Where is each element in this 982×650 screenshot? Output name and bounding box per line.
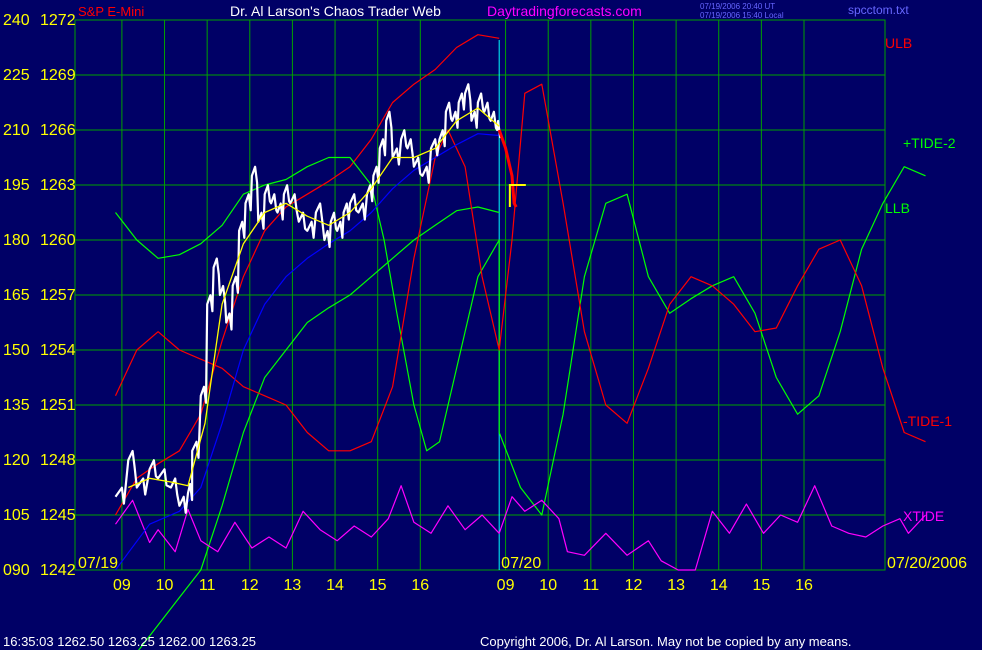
chart-symbol: S&P E-Mini <box>78 4 144 19</box>
timestamp-local: 07/19/2006 15:40 Local <box>700 11 784 20</box>
x-tick-label: 09 <box>113 577 131 594</box>
y-tick-price: 1251 <box>40 397 76 414</box>
timestamp-ut: 07/19/2006 20:40 UT <box>700 2 775 11</box>
y-tick-price: 1242 <box>40 562 76 579</box>
y-tick-price: 1269 <box>40 67 76 84</box>
x-tick-label: 09 <box>497 577 515 594</box>
y-tick-left: 165 <box>3 287 30 304</box>
date-label-mid: 07/20 <box>501 555 541 572</box>
x-tick-label: 10 <box>156 577 174 594</box>
date-label-start: 07/19 <box>78 555 118 572</box>
x-tick-label: 15 <box>369 577 387 594</box>
site-link[interactable]: Daytradingforecasts.com <box>487 3 642 19</box>
chart-background <box>0 0 982 650</box>
y-tick-price: 1260 <box>40 232 76 249</box>
y-tick-left: 240 <box>3 12 30 29</box>
y-tick-left: 105 <box>3 507 30 524</box>
y-tick-left: 195 <box>3 177 30 194</box>
y-tick-left: 150 <box>3 342 30 359</box>
series-label: XTIDE <box>903 508 944 524</box>
x-tick-label: 12 <box>241 577 259 594</box>
x-tick-label: 12 <box>625 577 643 594</box>
y-tick-price: 1266 <box>40 122 76 139</box>
y-tick-left: 090 <box>3 562 30 579</box>
series-label: LLB <box>885 200 910 216</box>
series-label: ULB <box>885 35 912 51</box>
y-tick-left: 210 <box>3 122 30 139</box>
y-tick-price: 1263 <box>40 177 76 194</box>
last-bar-readout: 16:35:03 1262.50 1263.25 1262.00 1263.25 <box>3 634 256 649</box>
x-tick-label: 14 <box>710 577 728 594</box>
x-tick-label: 13 <box>284 577 302 594</box>
y-tick-price: 1245 <box>40 507 76 524</box>
y-tick-left: 135 <box>3 397 30 414</box>
x-tick-label: 10 <box>539 577 557 594</box>
x-tick-label: 13 <box>667 577 685 594</box>
y-tick-price: 1254 <box>40 342 76 359</box>
chart-title: Dr. Al Larson's Chaos Trader Web <box>230 3 441 19</box>
y-tick-left: 225 <box>3 67 30 84</box>
copyright: Copyright 2006, Dr. Al Larson. May not b… <box>480 634 851 649</box>
y-tick-left: 180 <box>3 232 30 249</box>
series-label: +TIDE-2 <box>903 135 956 151</box>
y-tick-price: 1272 <box>40 12 76 29</box>
y-tick-price: 1248 <box>40 452 76 469</box>
series-label: -TIDE-1 <box>903 413 952 429</box>
x-tick-label: 11 <box>583 577 600 594</box>
x-tick-label: 14 <box>326 577 344 594</box>
y-tick-price: 1257 <box>40 287 76 304</box>
x-tick-label: 16 <box>795 577 813 594</box>
date-label-end: 07/20/2006 <box>887 555 967 572</box>
y-tick-left: 120 <box>3 452 30 469</box>
x-tick-label: 16 <box>411 577 429 594</box>
chart: 240 1272 225 1269 210 1266 195 1263 180 1260 165 12… <box>0 0 982 650</box>
x-tick-label: 11 <box>199 577 216 594</box>
x-tick-label: 15 <box>752 577 770 594</box>
filename: spcctom.txt <box>848 3 909 17</box>
